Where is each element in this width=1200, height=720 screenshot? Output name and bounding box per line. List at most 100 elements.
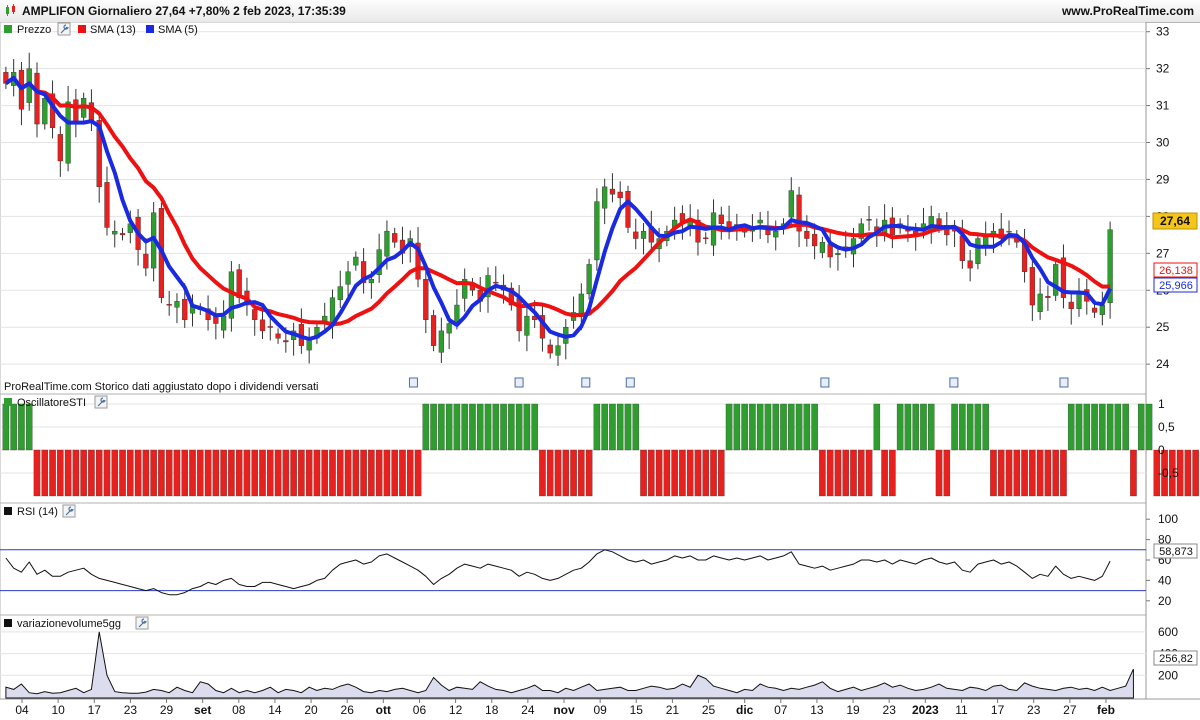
osc-bar bbox=[228, 449, 235, 497]
oscillator-swatch bbox=[4, 398, 12, 406]
last-price-badge: 27,64 bbox=[1152, 212, 1198, 230]
price-tick-label: 24 bbox=[1156, 357, 1170, 371]
osc-bar bbox=[811, 403, 818, 451]
candle-body bbox=[812, 233, 818, 247]
osc-bar bbox=[399, 449, 406, 497]
osc-bar bbox=[274, 449, 282, 497]
candle-body bbox=[757, 219, 763, 224]
osc-bar bbox=[982, 403, 989, 451]
x-tick-label: 27 bbox=[1063, 703, 1077, 717]
osc-bar bbox=[710, 449, 717, 497]
osc-bar bbox=[18, 403, 25, 451]
x-tick-label: ott bbox=[376, 703, 391, 717]
candle-body bbox=[835, 253, 841, 256]
x-tick-label: 24 bbox=[521, 703, 535, 717]
legend-oscillator: OscillatoreSTI bbox=[17, 397, 86, 409]
osc-bar bbox=[197, 449, 204, 497]
candle-body bbox=[174, 301, 180, 308]
wrench-icon[interactable] bbox=[62, 504, 76, 518]
osc-bar bbox=[368, 449, 375, 497]
osc-bar bbox=[80, 449, 87, 497]
osc-bar bbox=[562, 449, 570, 497]
x-tick-label: 06 bbox=[413, 703, 427, 717]
osc-bar bbox=[111, 449, 119, 497]
vol-tick-label: 600 bbox=[1158, 625, 1178, 639]
dividend-note: ProRealTime.com Storico dati aggiustato … bbox=[4, 381, 318, 393]
x-tick-label: 29 bbox=[160, 703, 174, 717]
osc-bar bbox=[72, 449, 80, 497]
rsi-swatch bbox=[4, 507, 12, 515]
x-tick-label: 23 bbox=[883, 703, 897, 717]
osc-bar bbox=[795, 403, 803, 451]
panel-rsi bbox=[0, 502, 1147, 616]
candle-body bbox=[438, 330, 444, 353]
osc-bar bbox=[546, 449, 554, 497]
osc-bar bbox=[686, 449, 694, 497]
osc-bar bbox=[476, 403, 484, 451]
osc-bar bbox=[578, 449, 585, 497]
osc-bar bbox=[927, 403, 935, 451]
candle-body bbox=[283, 340, 289, 343]
osc-bar bbox=[150, 449, 157, 497]
osc-bar bbox=[1036, 449, 1044, 497]
osc-bar bbox=[1114, 403, 1122, 451]
candle-body bbox=[267, 326, 273, 328]
chart-title: AMPLIFON Giornaliero 27,64 +7,80% 2 feb … bbox=[22, 4, 346, 18]
candle-body bbox=[586, 264, 592, 295]
candle-body bbox=[1099, 304, 1105, 315]
sma5-value: 25,966 bbox=[1159, 280, 1193, 292]
candle-body bbox=[34, 72, 40, 125]
candle-body bbox=[143, 253, 149, 269]
osc-bar bbox=[1005, 449, 1013, 497]
osc-bar bbox=[282, 449, 290, 497]
candle-body bbox=[345, 271, 351, 285]
wrench-icon[interactable] bbox=[57, 22, 71, 36]
wrench-icon[interactable] bbox=[135, 616, 149, 630]
candle-body bbox=[718, 214, 724, 224]
wrench-icon[interactable] bbox=[94, 395, 108, 409]
osc-tick-label: 0,5 bbox=[1158, 420, 1175, 434]
candle-body bbox=[1045, 295, 1051, 298]
legend-sma5: SMA (5) bbox=[158, 24, 198, 36]
osc-bar bbox=[904, 403, 912, 451]
candle-body bbox=[42, 97, 48, 125]
volume-badge: 256,82 bbox=[1153, 650, 1198, 666]
sma13-value: 26,138 bbox=[1159, 265, 1193, 277]
osc-bar bbox=[235, 449, 243, 497]
dividend-marker-icon bbox=[581, 377, 591, 388]
osc-bar bbox=[64, 449, 72, 497]
osc-bar bbox=[1091, 403, 1098, 451]
price-tick-label: 32 bbox=[1156, 62, 1170, 76]
osc-bar bbox=[492, 403, 500, 451]
osc-bar bbox=[624, 403, 632, 451]
osc-bar bbox=[593, 403, 601, 451]
candle-body bbox=[967, 260, 973, 269]
osc-bar bbox=[375, 449, 383, 497]
osc-bar bbox=[391, 449, 398, 497]
osc-bar bbox=[329, 449, 336, 497]
osc-bar bbox=[430, 403, 437, 451]
osc-bar bbox=[694, 449, 702, 497]
osc-bar bbox=[997, 449, 1005, 497]
osc-bar bbox=[725, 403, 733, 451]
osc-bar bbox=[966, 403, 974, 451]
legend-volume: variazionevolume5gg bbox=[17, 618, 121, 630]
x-tick-label: 2023 bbox=[912, 703, 939, 717]
osc-bar bbox=[119, 449, 126, 497]
x-tick-label: 23 bbox=[1027, 703, 1041, 717]
candle-body bbox=[112, 230, 118, 235]
osc-bar bbox=[1052, 449, 1059, 497]
osc-bar bbox=[267, 449, 274, 497]
candle-body bbox=[104, 182, 110, 228]
osc-bar bbox=[756, 403, 764, 451]
osc-bar bbox=[1044, 449, 1052, 497]
panel-frames bbox=[0, 22, 1200, 700]
x-tick-label: 15 bbox=[630, 703, 644, 717]
rsi-last-value: 58,873 bbox=[1159, 546, 1193, 558]
candle-body bbox=[1091, 307, 1098, 313]
osc-bar bbox=[826, 449, 834, 497]
osc-bar bbox=[57, 449, 64, 497]
candle-body bbox=[337, 286, 343, 301]
candle-body bbox=[446, 323, 452, 334]
candle-body bbox=[609, 188, 616, 195]
